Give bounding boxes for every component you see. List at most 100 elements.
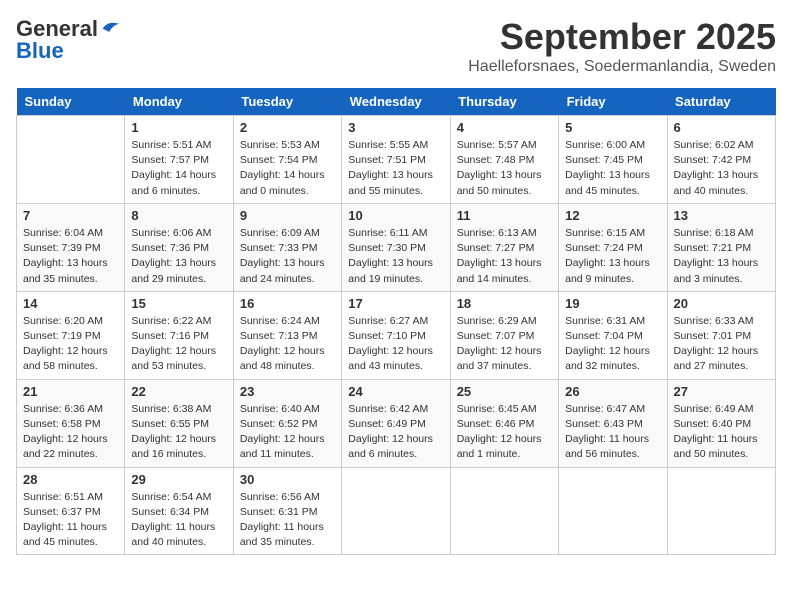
day-cell: [559, 467, 667, 555]
day-number: 23: [240, 384, 335, 399]
day-info: Sunrise: 6:47 AM Sunset: 6:43 PM Dayligh…: [565, 402, 660, 463]
day-number: 20: [674, 296, 769, 311]
day-number: 13: [674, 208, 769, 223]
day-cell: 16 Sunrise: 6:24 AM Sunset: 7:13 PM Dayli…: [233, 291, 341, 379]
day-cell: 15Sunrise: 6:22 AM Sunset: 7:16 PM Dayli…: [125, 291, 233, 379]
day-number: 3: [348, 120, 443, 135]
day-number: 1: [131, 120, 226, 135]
day-cell: [342, 467, 450, 555]
day-cell: 13 Sunrise: 6:18 AM Sunset: 7:21 PM Dayli…: [667, 203, 775, 291]
day-cell: 25 Sunrise: 6:45 AM Sunset: 6:46 PM Dayli…: [450, 379, 558, 467]
day-cell: 4Sunrise: 5:57 AM Sunset: 7:48 PM Daylig…: [450, 116, 558, 204]
day-cell: 30 Sunrise: 6:56 AM Sunset: 6:31 PM Dayli…: [233, 467, 341, 555]
col-tuesday: Tuesday: [233, 88, 341, 116]
day-info: Sunrise: 6:04 AM Sunset: 7:39 PM Dayligh…: [23, 226, 118, 287]
day-info: Sunrise: 6:15 AM Sunset: 7:24 PM Dayligh…: [565, 226, 660, 287]
day-info: Sunrise: 5:55 AM Sunset: 7:51 PM Dayligh…: [348, 138, 443, 199]
day-info: Sunrise: 6:29 AM Sunset: 7:07 PM Dayligh…: [457, 314, 552, 375]
day-info: Sunrise: 6:00 AM Sunset: 7:45 PM Dayligh…: [565, 138, 660, 199]
day-info: Sunrise: 6:33 AM Sunset: 7:01 PM Dayligh…: [674, 314, 769, 375]
logo-blue: Blue: [16, 38, 64, 64]
week-row-3: 14 Sunrise: 6:20 AM Sunset: 7:19 PM Dayli…: [17, 291, 776, 379]
day-info: Sunrise: 6:54 AM Sunset: 6:34 PM Dayligh…: [131, 490, 226, 551]
day-info: Sunrise: 6:51 AM Sunset: 6:37 PM Dayligh…: [23, 490, 118, 551]
day-cell: 21 Sunrise: 6:36 AM Sunset: 6:58 PM Dayli…: [17, 379, 125, 467]
day-number: 26: [565, 384, 660, 399]
day-number: 14: [23, 296, 118, 311]
day-number: 8: [131, 208, 226, 223]
day-cell: 23 Sunrise: 6:40 AM Sunset: 6:52 PM Dayli…: [233, 379, 341, 467]
day-cell: [17, 116, 125, 204]
day-number: 22: [131, 384, 226, 399]
day-info: Sunrise: 6:20 AM Sunset: 7:19 PM Dayligh…: [23, 314, 118, 375]
day-info: Sunrise: 6:40 AM Sunset: 6:52 PM Dayligh…: [240, 402, 335, 463]
day-number: 29: [131, 472, 226, 487]
day-number: 10: [348, 208, 443, 223]
day-info: Sunrise: 6:06 AM Sunset: 7:36 PM Dayligh…: [131, 226, 226, 287]
day-number: 30: [240, 472, 335, 487]
day-info: Sunrise: 5:53 AM Sunset: 7:54 PM Dayligh…: [240, 138, 335, 199]
day-cell: 6 Sunrise: 6:02 AM Sunset: 7:42 PM Daylig…: [667, 116, 775, 204]
calendar-header-row: SundayMondayTuesdayWednesdayThursdayFrid…: [17, 88, 776, 116]
day-cell: 9Sunrise: 6:09 AM Sunset: 7:33 PM Daylig…: [233, 203, 341, 291]
day-cell: 19 Sunrise: 6:31 AM Sunset: 7:04 PM Dayli…: [559, 291, 667, 379]
week-row-1: 1Sunrise: 5:51 AM Sunset: 7:57 PM Daylig…: [17, 116, 776, 204]
day-info: Sunrise: 6:13 AM Sunset: 7:27 PM Dayligh…: [457, 226, 552, 287]
day-number: 11: [457, 208, 552, 223]
day-number: 19: [565, 296, 660, 311]
day-cell: 26 Sunrise: 6:47 AM Sunset: 6:43 PM Dayli…: [559, 379, 667, 467]
day-info: Sunrise: 6:22 AM Sunset: 7:16 PM Dayligh…: [131, 314, 226, 375]
col-saturday: Saturday: [667, 88, 775, 116]
logo: General Blue: [16, 16, 119, 64]
col-friday: Friday: [559, 88, 667, 116]
day-info: Sunrise: 6:42 AM Sunset: 6:49 PM Dayligh…: [348, 402, 443, 463]
day-number: 25: [457, 384, 552, 399]
day-info: Sunrise: 6:18 AM Sunset: 7:21 PM Dayligh…: [674, 226, 769, 287]
week-row-2: 7 Sunrise: 6:04 AM Sunset: 7:39 PM Daylig…: [17, 203, 776, 291]
day-number: 12: [565, 208, 660, 223]
week-row-4: 21 Sunrise: 6:36 AM Sunset: 6:58 PM Dayli…: [17, 379, 776, 467]
day-info: Sunrise: 6:24 AM Sunset: 7:13 PM Dayligh…: [240, 314, 335, 375]
day-number: 21: [23, 384, 118, 399]
day-cell: 12 Sunrise: 6:15 AM Sunset: 7:24 PM Dayli…: [559, 203, 667, 291]
day-info: Sunrise: 6:02 AM Sunset: 7:42 PM Dayligh…: [674, 138, 769, 199]
day-number: 9: [240, 208, 335, 223]
day-cell: 10 Sunrise: 6:11 AM Sunset: 7:30 PM Dayli…: [342, 203, 450, 291]
week-row-5: 28 Sunrise: 6:51 AM Sunset: 6:37 PM Dayli…: [17, 467, 776, 555]
logo-bird-icon: [101, 20, 119, 34]
day-info: Sunrise: 6:38 AM Sunset: 6:55 PM Dayligh…: [131, 402, 226, 463]
col-sunday: Sunday: [17, 88, 125, 116]
day-cell: 18Sunrise: 6:29 AM Sunset: 7:07 PM Dayli…: [450, 291, 558, 379]
day-number: 28: [23, 472, 118, 487]
day-number: 27: [674, 384, 769, 399]
day-cell: 1Sunrise: 5:51 AM Sunset: 7:57 PM Daylig…: [125, 116, 233, 204]
day-cell: 17 Sunrise: 6:27 AM Sunset: 7:10 PM Dayli…: [342, 291, 450, 379]
day-info: Sunrise: 6:11 AM Sunset: 7:30 PM Dayligh…: [348, 226, 443, 287]
day-info: Sunrise: 6:31 AM Sunset: 7:04 PM Dayligh…: [565, 314, 660, 375]
day-number: 17: [348, 296, 443, 311]
col-monday: Monday: [125, 88, 233, 116]
day-info: Sunrise: 6:36 AM Sunset: 6:58 PM Dayligh…: [23, 402, 118, 463]
day-number: 16: [240, 296, 335, 311]
day-cell: 14 Sunrise: 6:20 AM Sunset: 7:19 PM Dayli…: [17, 291, 125, 379]
day-info: Sunrise: 6:49 AM Sunset: 6:40 PM Dayligh…: [674, 402, 769, 463]
day-info: Sunrise: 6:56 AM Sunset: 6:31 PM Dayligh…: [240, 490, 335, 551]
day-number: 6: [674, 120, 769, 135]
day-cell: 29 Sunrise: 6:54 AM Sunset: 6:34 PM Dayli…: [125, 467, 233, 555]
day-cell: 3 Sunrise: 5:55 AM Sunset: 7:51 PM Daylig…: [342, 116, 450, 204]
day-number: 4: [457, 120, 552, 135]
location-title: Haelleforsnaes, Soedermanlandia, Sweden: [468, 58, 776, 76]
day-cell: [667, 467, 775, 555]
day-number: 5: [565, 120, 660, 135]
day-cell: 22 Sunrise: 6:38 AM Sunset: 6:55 PM Dayli…: [125, 379, 233, 467]
day-info: Sunrise: 6:27 AM Sunset: 7:10 PM Dayligh…: [348, 314, 443, 375]
header: General Blue September 2025 Haelleforsna…: [16, 16, 776, 76]
day-number: 2: [240, 120, 335, 135]
day-cell: 11 Sunrise: 6:13 AM Sunset: 7:27 PM Dayli…: [450, 203, 558, 291]
day-info: Sunrise: 6:45 AM Sunset: 6:46 PM Dayligh…: [457, 402, 552, 463]
day-number: 7: [23, 208, 118, 223]
day-cell: 28 Sunrise: 6:51 AM Sunset: 6:37 PM Dayli…: [17, 467, 125, 555]
day-cell: 20 Sunrise: 6:33 AM Sunset: 7:01 PM Dayli…: [667, 291, 775, 379]
day-cell: 24Sunrise: 6:42 AM Sunset: 6:49 PM Dayli…: [342, 379, 450, 467]
col-wednesday: Wednesday: [342, 88, 450, 116]
